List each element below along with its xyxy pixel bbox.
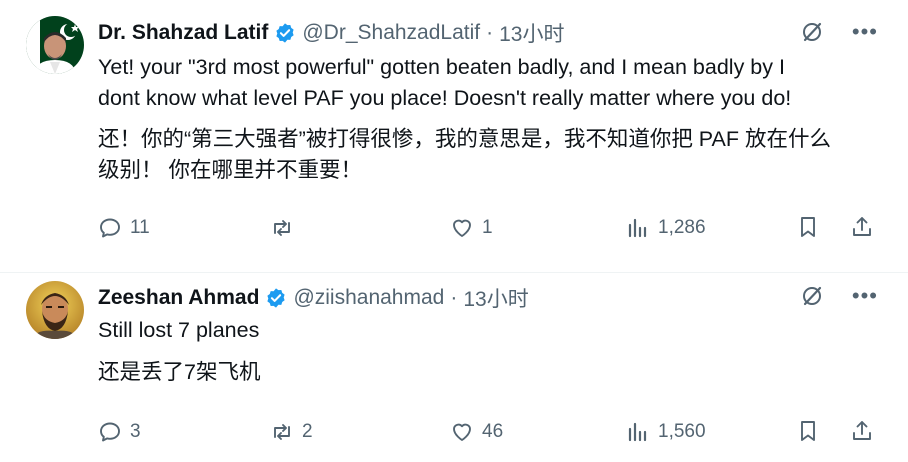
tweet-text: Still lost 7 planes — [98, 315, 259, 346]
tweet-text: Yet! your "3rd most powerful" gotten bea… — [98, 52, 791, 114]
grok-icon[interactable] — [800, 20, 824, 44]
reply-icon — [100, 422, 120, 442]
repost-button[interactable]: 2 — [270, 420, 450, 444]
views-button[interactable]: 1,286 — [626, 216, 706, 240]
tweet-text-line: Still lost 7 planes — [98, 318, 260, 342]
like-button[interactable]: 46 — [450, 420, 626, 444]
repost-icon — [274, 220, 290, 236]
author-name[interactable]: Dr. Shahzad Latif — [98, 21, 268, 45]
like-count: 46 — [482, 421, 504, 442]
reply-button[interactable]: 11 — [98, 216, 270, 240]
bookmark-icon[interactable] — [796, 419, 820, 443]
tweet[interactable]: Dr. Shahzad Latif @Dr_ShahzadLatif · 13小… — [0, 0, 908, 273]
views-button[interactable]: 1,560 — [626, 420, 706, 444]
tweet[interactable]: Zeeshan Ahmad @ziishanahmad · 13小时 ••• S… — [0, 273, 908, 462]
timestamp[interactable]: 13小时 — [499, 18, 564, 48]
grok-icon[interactable] — [800, 284, 824, 308]
translation-text: 还是丢了7架飞机 — [98, 357, 260, 388]
timestamp[interactable]: 13小时 — [463, 283, 528, 313]
translation-text: 还！你的“第三大强者”被打得很惨，我的意思是，我不知道你把 PAF 放在什么 级… — [98, 124, 831, 186]
more-icon[interactable]: ••• — [852, 284, 878, 308]
avatar[interactable] — [26, 16, 84, 74]
tweet-text-line: Yet! your "3rd most powerful" gotten bea… — [98, 55, 785, 79]
separator: · — [450, 286, 458, 309]
reply-button[interactable]: 3 — [98, 420, 270, 444]
tweet-text-line: dont know what level PAF you place! Does… — [98, 86, 792, 110]
translation-line: 还！你的“第三大强者”被打得很惨，我的意思是，我不知道你把 PAF 放在什么 — [98, 127, 831, 151]
like-icon — [453, 423, 471, 441]
translation-line: 级别！ 你在哪里并不重要！ — [98, 158, 362, 182]
tweet-header: Dr. Shahzad Latif @Dr_ShahzadLatif · 13小… — [98, 18, 564, 48]
action-bar: 11 1 1,286 — [98, 213, 878, 243]
share-icon[interactable] — [850, 215, 874, 239]
reply-count: 3 — [130, 421, 141, 442]
avatar[interactable] — [26, 281, 84, 339]
separator: · — [486, 21, 494, 44]
bookmark-icon[interactable] — [796, 215, 820, 239]
views-count: 1,286 — [658, 217, 706, 238]
reply-icon — [100, 218, 120, 238]
views-icon — [628, 422, 647, 442]
author-handle[interactable]: @Dr_ShahzadLatif — [302, 21, 480, 45]
like-button[interactable]: 1 — [450, 216, 626, 240]
like-count: 1 — [482, 217, 493, 238]
like-icon — [453, 219, 471, 237]
verified-badge-icon — [276, 23, 294, 43]
translation-line: 还是丢了7架飞机 — [98, 360, 261, 384]
repost-button[interactable] — [270, 216, 450, 240]
tweet-header: Zeeshan Ahmad @ziishanahmad · 13小时 — [98, 283, 529, 313]
repost-count: 2 — [302, 421, 313, 442]
reply-count: 11 — [130, 217, 150, 238]
action-bar: 3 2 46 1,560 — [98, 417, 878, 447]
more-icon[interactable]: ••• — [852, 20, 878, 44]
verified-badge-icon — [267, 288, 286, 308]
views-count: 1,560 — [658, 421, 706, 442]
share-icon[interactable] — [850, 419, 874, 443]
author-name[interactable]: Zeeshan Ahmad — [98, 286, 259, 310]
repost-icon — [274, 424, 290, 440]
views-icon — [628, 218, 647, 238]
author-handle[interactable]: @ziishanahmad — [293, 286, 444, 310]
